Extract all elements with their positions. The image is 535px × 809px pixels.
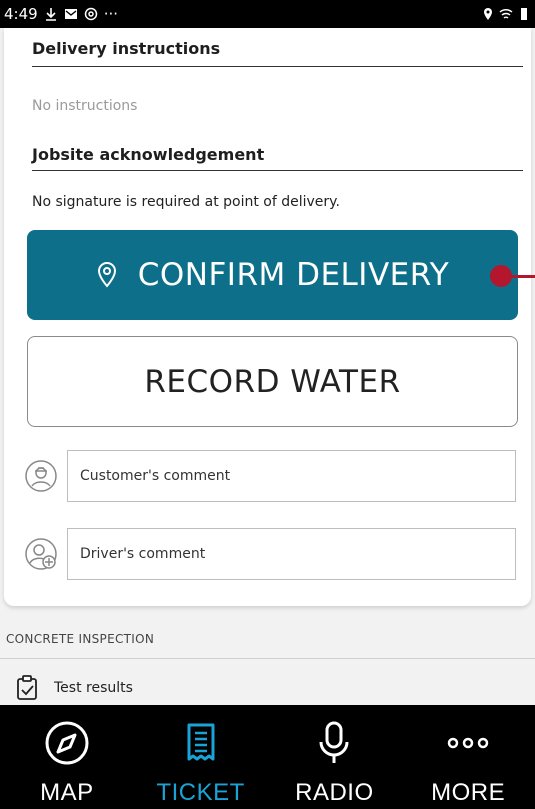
nav-radio-label: RADIO — [295, 779, 374, 806]
confirm-delivery-button[interactable]: CONFIRM DELIVERY — [27, 230, 518, 320]
driver-comment-row: Driver's comment — [24, 528, 518, 582]
status-bar: 4:49 ··· — [0, 0, 535, 28]
nav-more[interactable]: MORE — [401, 705, 535, 809]
clipboard-check-icon — [17, 675, 37, 700]
compass-icon — [45, 721, 89, 765]
battery-icon — [521, 8, 527, 20]
location-icon — [484, 8, 492, 20]
download-icon — [45, 8, 56, 21]
nav-map-label: MAP — [40, 779, 94, 806]
location-pin-icon — [97, 261, 116, 288]
more-dots-icon — [447, 737, 489, 749]
status-time: 4:49 — [4, 5, 38, 23]
concrete-inspection-header: CONCRETE INSPECTION — [6, 632, 155, 646]
customer-comment-input[interactable]: Customer's comment — [67, 450, 516, 502]
divider — [32, 66, 523, 67]
customer-comment-placeholder: Customer's comment — [80, 468, 231, 484]
microphone-icon — [319, 721, 349, 763]
receipt-icon — [187, 723, 215, 761]
bottom-nav: MAP TICKET RADIO MORE — [0, 705, 535, 809]
record-water-button[interactable]: RECORD WATER — [27, 336, 518, 427]
delivery-instructions-value: No instructions — [32, 98, 138, 114]
wifi-icon — [499, 8, 513, 19]
divider — [32, 170, 523, 171]
test-results-label: Test results — [54, 680, 133, 696]
driver-comment-placeholder: Driver's comment — [80, 546, 206, 562]
customer-avatar-icon — [25, 460, 57, 492]
nav-map[interactable]: MAP — [0, 705, 134, 809]
record-water-label: RECORD WATER — [144, 363, 401, 400]
mail-icon — [64, 9, 77, 19]
customer-comment-row: Customer's comment — [24, 450, 518, 504]
driver-avatar-icon — [25, 538, 57, 570]
nav-radio[interactable]: RADIO — [268, 705, 402, 809]
driver-comment-input[interactable]: Driver's comment — [67, 528, 516, 580]
confirm-delivery-label: CONFIRM DELIVERY — [137, 257, 450, 293]
marker-line — [508, 275, 535, 278]
test-results-item[interactable]: Test results — [16, 675, 133, 701]
delivery-instructions-title: Delivery instructions — [32, 39, 221, 58]
nav-ticket-label: TICKET — [156, 779, 245, 806]
jobsite-acknowledgement-title: Jobsite acknowledgement — [32, 145, 265, 164]
status-more: ··· — [103, 5, 118, 23]
nav-more-label: MORE — [431, 779, 506, 806]
at-sign-icon — [84, 7, 97, 21]
signature-note: No signature is required at point of del… — [32, 194, 340, 210]
divider — [0, 658, 535, 659]
nav-ticket[interactable]: TICKET — [134, 705, 268, 809]
